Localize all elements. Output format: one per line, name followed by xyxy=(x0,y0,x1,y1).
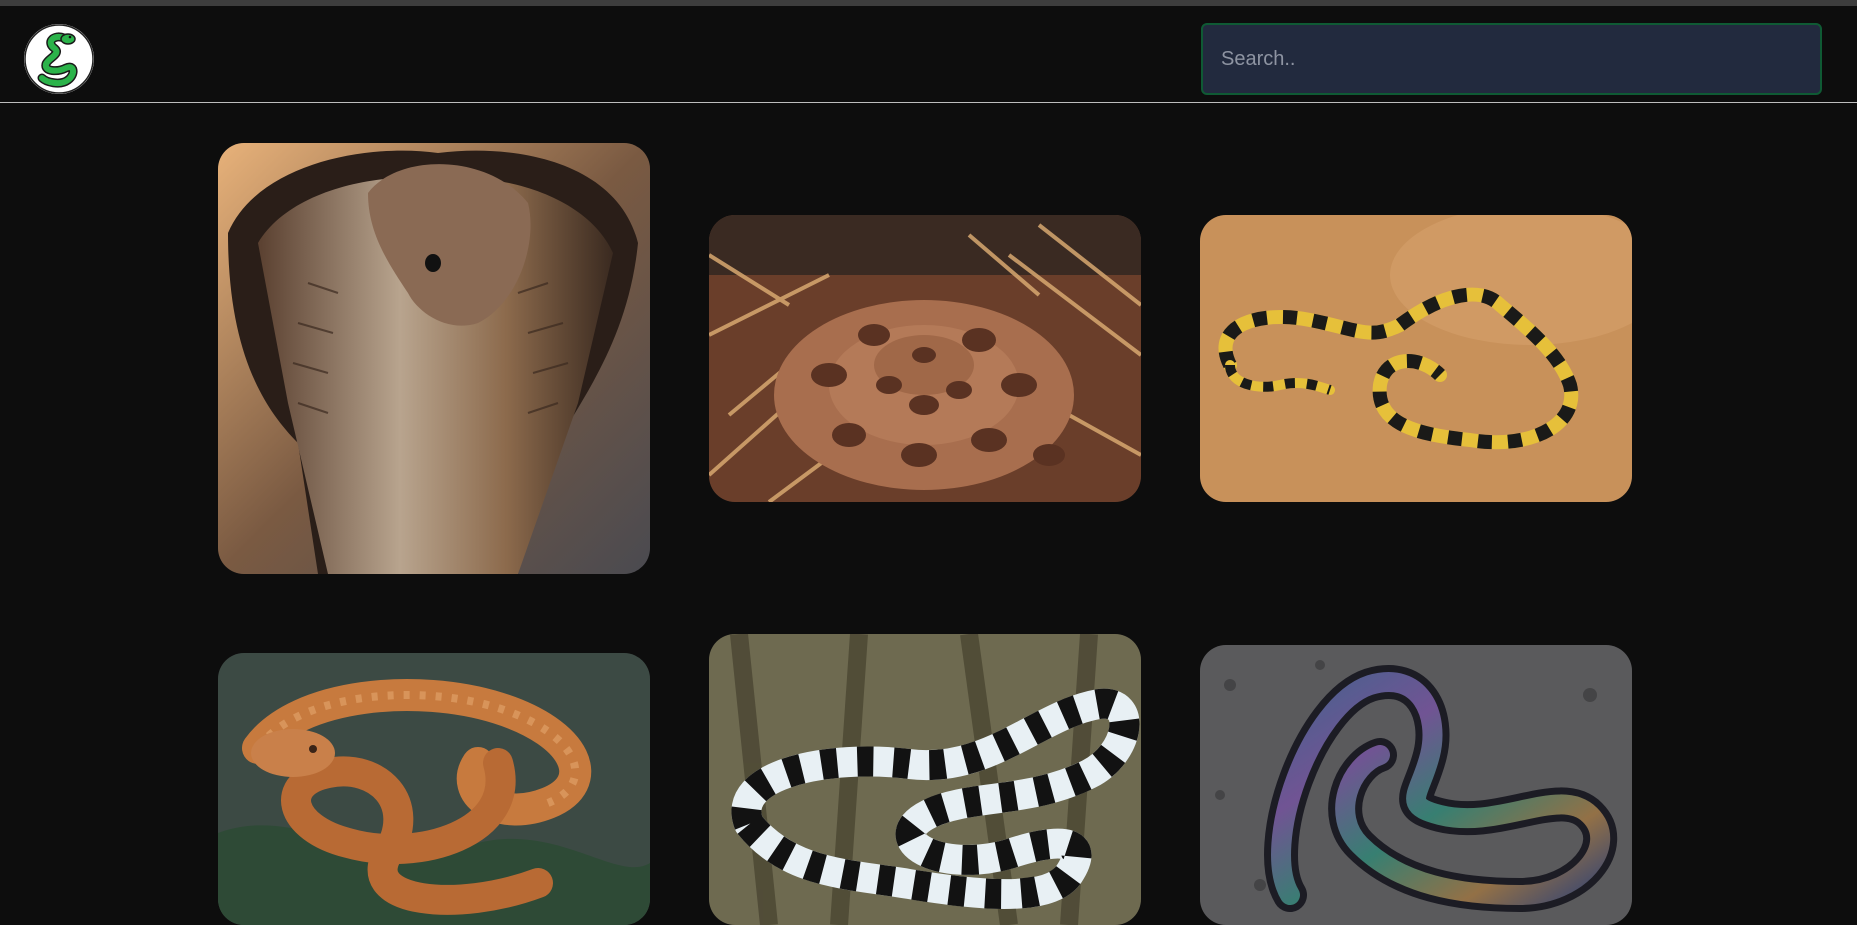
search-input[interactable] xyxy=(1201,23,1822,95)
snake-card-sea-krait[interactable] xyxy=(709,634,1141,925)
snake-card-viper[interactable] xyxy=(709,215,1141,502)
snake-logo-icon[interactable] xyxy=(24,24,94,94)
sea-krait-photo xyxy=(709,634,1141,925)
sunbeam-snake-photo xyxy=(1200,645,1632,925)
cobra-photo xyxy=(218,143,650,574)
snake-card-cobra[interactable] xyxy=(218,143,650,574)
site-header xyxy=(0,6,1857,103)
viper-photo xyxy=(709,215,1141,502)
krait-photo xyxy=(1200,215,1632,502)
snake-card-sunbeam[interactable] xyxy=(1200,645,1632,925)
orange-snake-photo xyxy=(218,653,650,925)
snake-card-orange[interactable] xyxy=(218,653,650,925)
snake-card-krait[interactable] xyxy=(1200,215,1632,502)
